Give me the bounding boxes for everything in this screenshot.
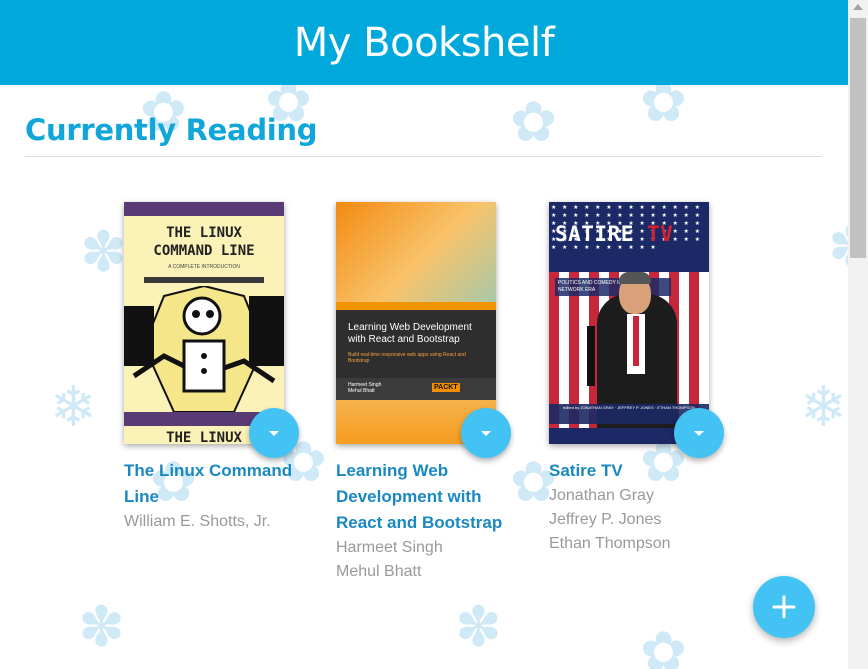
book-author: Harmeet Singh (336, 539, 443, 556)
leaf-icon: ✽ (78, 595, 125, 660)
shelf-changer-button[interactable] (461, 408, 511, 458)
cover-illustration (124, 286, 284, 412)
cover-title: Learning Web Development with React and … (348, 322, 472, 345)
book-card: THE LINUX COMMAND LINE A COMPLETE INTROD… (124, 202, 299, 534)
book-title: Learning Web Development with React and … (336, 461, 503, 532)
cover-subtitle: Build real-time responsive web apps usin… (348, 352, 466, 364)
leaf-icon: ✽ (828, 220, 848, 276)
leaf-icon: ✽ (455, 595, 502, 660)
book-cover[interactable]: ★ ★ ★ ★ ★ ★ ★ ★ ★ ★ ★ ★ ★ ★ ★ ★ ★ ★ ★ ★ … (549, 202, 709, 444)
leaf-icon: ✿ (640, 620, 687, 669)
book-title: Satire TV (549, 461, 623, 480)
cover-title: SATIRE (555, 222, 634, 246)
plus-icon: + (768, 586, 800, 627)
book-card: Learning Web Development with React and … (336, 202, 511, 584)
book-author: Mehul Bhatt (336, 563, 422, 580)
book-cover[interactable]: Learning Web Development with React and … (336, 202, 496, 444)
leaf-icon: ✽ (80, 220, 127, 285)
caret-down-icon (694, 430, 704, 436)
shelf-changer-button[interactable] (249, 408, 299, 458)
scrollbar-thumb[interactable] (850, 18, 866, 258)
book-author: Ethan Thompson (549, 535, 671, 552)
app-header: My Bookshelf (0, 0, 848, 85)
vertical-scrollbar[interactable] (848, 0, 868, 669)
app-title: My Bookshelf (293, 19, 555, 66)
caret-down-icon (269, 430, 279, 436)
leaf-icon: ✿ (510, 90, 557, 155)
cover-subtitle: A COMPLETE INTRODUCTION (168, 264, 240, 270)
section-title: Currently Reading (25, 113, 318, 147)
cover-title: TV (647, 222, 674, 246)
cover-title-line: COMMAND LINE (153, 243, 255, 259)
book-cover[interactable]: THE LINUX COMMAND LINE A COMPLETE INTROD… (124, 202, 284, 444)
book-author: Jeffrey P. Jones (549, 511, 662, 528)
publisher-logo: PACKT (432, 383, 460, 392)
caret-down-icon (481, 430, 491, 436)
book-author: William E. Shotts, Jr. (124, 513, 271, 530)
book-card: ★ ★ ★ ★ ★ ★ ★ ★ ★ ★ ★ ★ ★ ★ ★ ★ ★ ★ ★ ★ … (549, 202, 724, 556)
cover-authors: Harmeet Singh Mehul Bhatt (348, 382, 382, 394)
leaf-icon: ❄ (50, 375, 97, 440)
book-author: Jonathan Gray (549, 487, 654, 504)
shelf-changer-button[interactable] (674, 408, 724, 458)
leaf-icon: ❄ (800, 375, 847, 440)
add-book-button[interactable]: + (753, 576, 815, 638)
cover-subtitle: POLITICS AND COMEDY IN THE POST-NETWORK … (555, 278, 671, 296)
scroll-up-icon[interactable] (853, 4, 863, 10)
cover-title-line: THE LINUX (166, 225, 242, 241)
section-divider (25, 156, 822, 157)
leaf-icon: ✿ (640, 85, 687, 135)
book-title: The Linux Command Line (124, 461, 293, 506)
